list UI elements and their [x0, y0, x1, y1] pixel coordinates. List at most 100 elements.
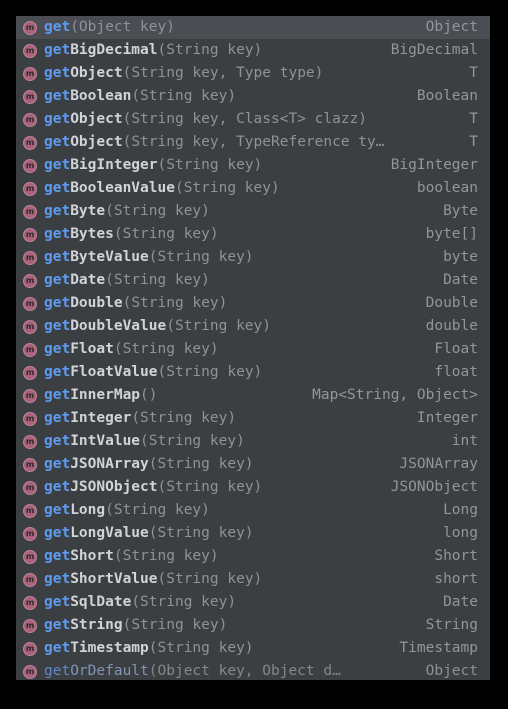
- completion-item-signature: getBigDecimal(String key): [44, 39, 381, 62]
- method-icon: m: [23, 112, 37, 127]
- method-parameters: (String key): [148, 456, 254, 472]
- method-icon-glyph: m: [25, 137, 35, 147]
- completion-item[interactable]: m getInteger(String key) Integer: [16, 407, 490, 430]
- method-icon-glyph: m: [25, 390, 35, 400]
- return-type: T: [469, 111, 478, 127]
- completion-item-signature: getObject(String key, TypeReference ty…: [44, 131, 459, 154]
- completion-item[interactable]: m getLongValue(String key) long: [16, 522, 490, 545]
- completion-item[interactable]: m getBooleanValue(String key) boolean: [16, 177, 490, 200]
- return-type: byte[]: [425, 226, 478, 242]
- completion-item[interactable]: m getIntValue(String key) int: [16, 430, 490, 453]
- method-icon-glyph: m: [25, 68, 35, 78]
- completion-item[interactable]: m getOrDefault(Object key, Object d… Objec…: [16, 660, 490, 680]
- method-icon-glyph: m: [25, 413, 35, 423]
- completion-item[interactable]: m getObject(String key, Class<T> clazz) T: [16, 108, 490, 131]
- method-icon: m: [23, 273, 37, 288]
- completion-item-signature: getFloatValue(String key): [44, 361, 424, 384]
- method-parameters: (String key): [140, 433, 245, 449]
- completion-item-signature: getInnerMap(): [44, 384, 302, 407]
- completion-item[interactable]: m getObject(String key, TypeReference ty……: [16, 131, 490, 154]
- completion-item[interactable]: m getBigInteger(String key) BigInteger: [16, 154, 490, 177]
- matched-prefix: get: [44, 663, 71, 679]
- completion-item-signature: getJSONObject(String key): [44, 476, 381, 499]
- completion-item-signature: get(Object key): [44, 16, 416, 39]
- return-type: Timestamp: [399, 640, 478, 656]
- method-icon: m: [23, 181, 37, 196]
- method-parameters: (String key): [122, 617, 228, 633]
- method-name: BooleanValue: [70, 180, 175, 196]
- method-icon-glyph: m: [25, 620, 35, 630]
- method-parameters: (String key): [105, 203, 210, 219]
- completion-item-signature: getString(String key): [44, 614, 416, 637]
- method-icon-glyph: m: [25, 206, 35, 216]
- completion-item[interactable]: m getDouble(String key) Double: [16, 292, 490, 315]
- completion-item[interactable]: m getLong(String key) Long: [16, 499, 490, 522]
- matched-prefix: get: [44, 479, 71, 495]
- completion-item[interactable]: m getFloat(String key) Float: [16, 338, 490, 361]
- completion-item-signature: getSqlDate(String key): [44, 591, 433, 614]
- matched-prefix: get: [44, 249, 71, 265]
- matched-prefix: get: [44, 272, 71, 288]
- method-name: Boolean: [70, 88, 132, 104]
- completion-item[interactable]: m getDate(String key) Date: [16, 269, 490, 292]
- completion-item[interactable]: m getFloatValue(String key) float: [16, 361, 490, 384]
- matched-prefix: get: [44, 42, 71, 58]
- method-icon-glyph: m: [25, 459, 35, 469]
- matched-prefix: get: [44, 295, 71, 311]
- matched-prefix: get: [44, 226, 71, 242]
- method-icon: m: [23, 526, 37, 541]
- method-name: ShortValue: [70, 571, 158, 587]
- method-parameters: (String key): [105, 272, 210, 288]
- matched-prefix: get: [44, 364, 71, 380]
- method-name: BigDecimal: [70, 42, 158, 58]
- method-icon-glyph: m: [25, 666, 35, 676]
- return-type: Map<String, Object>: [312, 387, 478, 403]
- completion-item[interactable]: m getJSONArray(String key) JSONArray: [16, 453, 490, 476]
- completion-item[interactable]: m getByte(String key) Byte: [16, 200, 490, 223]
- method-icon-glyph: m: [25, 183, 35, 193]
- return-type: JSONObject: [390, 479, 478, 495]
- completion-item[interactable]: m getShort(String key) Short: [16, 545, 490, 568]
- method-parameters: (String key): [122, 295, 228, 311]
- matched-prefix: get: [44, 594, 71, 610]
- method-icon: m: [23, 457, 37, 472]
- completion-item[interactable]: m getObject(String key, Type type) T: [16, 62, 490, 85]
- method-name: IntValue: [70, 433, 141, 449]
- completion-item[interactable]: m getByteValue(String key) byte: [16, 246, 490, 269]
- completion-item[interactable]: m getTimestamp(String key) Timestamp: [16, 637, 490, 660]
- completion-item-signature: getJSONArray(String key): [44, 453, 389, 476]
- completion-item-signature: getDate(String key): [44, 269, 433, 292]
- return-type: Date: [443, 272, 478, 288]
- method-parameters: (String key): [131, 410, 237, 426]
- completion-item[interactable]: m getString(String key) String: [16, 614, 490, 637]
- completion-item[interactable]: m getBigDecimal(String key) BigDecimal: [16, 39, 490, 62]
- completion-list[interactable]: m get(Object key) Object m getBigDecimal(Str…: [16, 16, 490, 680]
- method-icon: m: [23, 641, 37, 656]
- completion-item[interactable]: m getDoubleValue(String key) double: [16, 315, 490, 338]
- method-icon: m: [23, 158, 37, 173]
- method-parameters: (String key, Type type): [122, 65, 324, 81]
- completion-item[interactable]: m getSqlDate(String key) Date: [16, 591, 490, 614]
- return-type: Long: [443, 502, 478, 518]
- return-type: short: [434, 571, 478, 587]
- method-parameters: (String key): [157, 157, 263, 173]
- method-icon-glyph: m: [25, 344, 35, 354]
- matched-prefix: get: [44, 548, 71, 564]
- completion-item[interactable]: m getBoolean(String key) Boolean: [16, 85, 490, 108]
- completion-item[interactable]: m getInnerMap() Map<String, Object>: [16, 384, 490, 407]
- screen: m get(Object key) Object m getBigDecimal(Str…: [0, 0, 508, 709]
- completion-item[interactable]: m getBytes(String key) byte[]: [16, 223, 490, 246]
- method-icon-glyph: m: [25, 229, 35, 239]
- method-name: ByteValue: [70, 249, 149, 265]
- method-icon: m: [23, 595, 37, 610]
- method-icon-glyph: m: [25, 91, 35, 101]
- method-icon: m: [23, 66, 37, 81]
- completion-item[interactable]: m getShortValue(String key) short: [16, 568, 490, 591]
- method-icon: m: [23, 549, 37, 564]
- return-type: double: [425, 318, 478, 334]
- method-icon-glyph: m: [25, 114, 35, 124]
- method-name: LongValue: [70, 525, 149, 541]
- method-icon-glyph: m: [25, 160, 35, 170]
- completion-item[interactable]: m get(Object key) Object: [16, 16, 490, 39]
- completion-item[interactable]: m getJSONObject(String key) JSONObject: [16, 476, 490, 499]
